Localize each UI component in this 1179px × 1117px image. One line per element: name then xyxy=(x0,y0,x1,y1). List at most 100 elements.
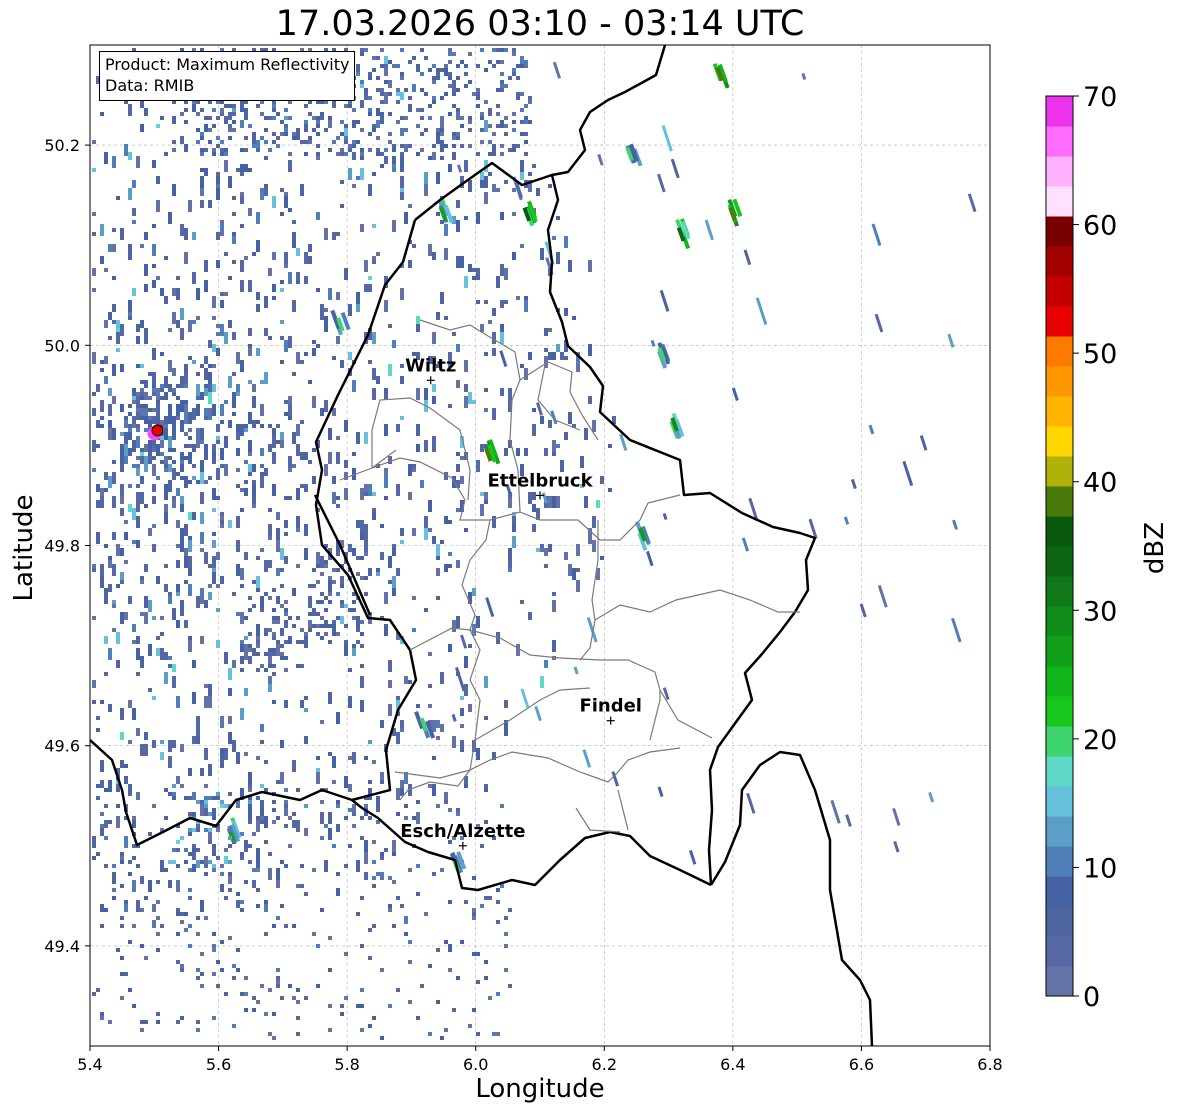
reflectivity-streak xyxy=(741,537,750,552)
reflectivity-streak xyxy=(499,350,508,367)
reflectivity-pixel xyxy=(284,128,288,132)
reflectivity-pixel xyxy=(132,208,136,216)
reflectivity-pixel xyxy=(404,676,408,684)
reflectivity-pixel xyxy=(120,616,124,624)
reflectivity-pixel xyxy=(340,360,344,364)
reflectivity-pixel xyxy=(400,288,404,300)
reflectivity-pixel xyxy=(236,612,240,616)
reflectivity-pixel xyxy=(300,360,304,364)
reflectivity-pixel xyxy=(524,64,528,68)
reflectivity-pixel xyxy=(164,484,168,492)
reflectivity-pixel xyxy=(272,620,276,624)
reflectivity-pixel xyxy=(276,144,280,148)
reflectivity-pixel xyxy=(400,76,404,80)
reflectivity-pixel xyxy=(256,624,260,636)
reflectivity-pixel xyxy=(292,924,296,928)
y-tick-label: 50.0 xyxy=(44,336,80,355)
reflectivity-pixel xyxy=(548,544,552,552)
reflectivity-pixel xyxy=(496,188,500,192)
reflectivity-pixel xyxy=(236,520,240,528)
reflectivity-pixel xyxy=(328,1004,332,1008)
reflectivity-pixel xyxy=(184,620,188,628)
reflectivity-pixel xyxy=(404,804,408,808)
reflectivity-pixel xyxy=(284,640,288,644)
reflectivity-pixel xyxy=(304,120,308,124)
reflectivity-pixel xyxy=(216,608,220,612)
reflectivity-pixel xyxy=(232,104,236,108)
reflectivity-pixel xyxy=(400,176,404,188)
reflectivity-pixel xyxy=(332,140,336,144)
reflectivity-pixel xyxy=(328,624,332,628)
reflectivity-pixel xyxy=(216,232,220,240)
reflectivity-pixel xyxy=(288,404,292,416)
reflectivity-pixel xyxy=(500,84,504,88)
reflectivity-pixel xyxy=(220,464,224,468)
reflectivity-pixel xyxy=(392,64,396,68)
reflectivity-pixel xyxy=(336,552,340,556)
reflectivity-pixel xyxy=(124,520,128,524)
reflectivity-pixel xyxy=(388,60,392,64)
reflectivity-pixel xyxy=(208,408,212,416)
reflectivity-pixel xyxy=(440,68,444,72)
reflectivity-pixel xyxy=(208,128,212,132)
reflectivity-pixel xyxy=(236,432,240,440)
reflectivity-pixel xyxy=(540,248,544,260)
reflectivity-pixel xyxy=(180,528,184,540)
reflectivity-pixel xyxy=(372,172,376,176)
country-border-lu-de-east xyxy=(709,750,874,1046)
reflectivity-pixel xyxy=(136,504,140,512)
reflectivity-pixel xyxy=(152,416,156,420)
reflectivity-pixel xyxy=(132,464,136,468)
reflectivity-pixel xyxy=(104,268,108,272)
reflectivity-pixel xyxy=(120,924,124,928)
reflectivity-pixel xyxy=(328,588,332,592)
reflectivity-pixel xyxy=(368,96,372,100)
reflectivity-pixel xyxy=(196,384,200,396)
reflectivity-pixel xyxy=(520,92,524,96)
reflectivity-pixel xyxy=(180,496,184,504)
reflectivity-pixel xyxy=(280,432,284,440)
reflectivity-pixel xyxy=(164,788,168,792)
reflectivity-pixel xyxy=(476,88,480,92)
reflectivity-pixel xyxy=(440,116,444,120)
reflectivity-pixel xyxy=(440,96,444,100)
reflectivity-pixel xyxy=(520,108,524,112)
reflectivity-pixel xyxy=(480,904,484,908)
reflectivity-pixel xyxy=(400,720,404,728)
reflectivity-pixel xyxy=(300,700,304,708)
reflectivity-pixel xyxy=(180,456,184,460)
reflectivity-pixel xyxy=(144,232,148,240)
reflectivity-pixel xyxy=(196,724,200,736)
reflectivity-pixel xyxy=(216,640,220,648)
reflectivity-pixel xyxy=(196,316,200,320)
reflectivity-pixel xyxy=(232,332,236,340)
reflectivity-pixel xyxy=(108,556,112,560)
reflectivity-pixel xyxy=(168,416,172,420)
reflectivity-pixel xyxy=(264,904,268,908)
reflectivity-pixel xyxy=(396,424,400,432)
y-tick-label: 50.2 xyxy=(44,136,80,155)
reflectivity-pixel xyxy=(320,556,324,568)
reflectivity-pixel xyxy=(192,792,196,796)
reflectivity-pixel xyxy=(292,588,296,596)
reflectivity-pixel xyxy=(384,92,388,104)
reflectivity-streak xyxy=(456,164,463,173)
reflectivity-pixel xyxy=(316,120,320,124)
reflectivity-streak xyxy=(582,749,592,768)
reflectivity-pixel xyxy=(284,108,288,112)
reflectivity-pixel xyxy=(156,648,160,656)
reflectivity-pixel xyxy=(468,1024,472,1028)
reflectivity-pixel xyxy=(324,620,328,628)
reflectivity-pixel xyxy=(136,864,140,868)
reflectivity-pixel xyxy=(240,280,244,292)
reflectivity-pixel xyxy=(528,96,532,100)
reflectivity-pixel xyxy=(348,104,352,108)
reflectivity-pixel xyxy=(436,736,440,740)
reflectivity-pixel xyxy=(512,528,516,532)
reflectivity-pixel xyxy=(112,156,116,164)
reflectivity-pixel xyxy=(92,140,96,144)
reflectivity-pixel xyxy=(336,824,340,828)
reflectivity-pixel xyxy=(480,172,484,180)
reflectivity-streak xyxy=(843,516,850,525)
reflectivity-pixel xyxy=(240,908,244,912)
